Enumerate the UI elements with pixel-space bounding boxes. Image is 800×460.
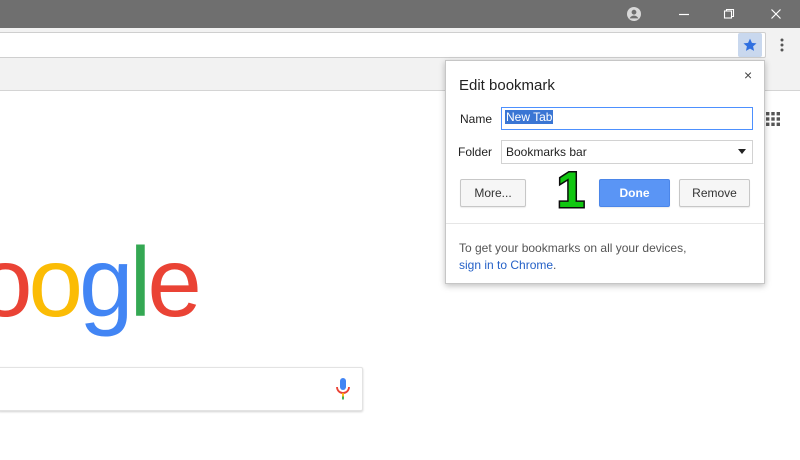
restore-icon[interactable] <box>709 0 749 28</box>
sync-note-text: To get your bookmarks on all your device… <box>459 241 687 255</box>
google-search-input[interactable] <box>0 367 363 411</box>
microphone-icon[interactable] <box>334 376 352 402</box>
browser-toolbar <box>0 28 800 63</box>
step-number-annotation: 1 <box>556 162 587 218</box>
logo-letter: l <box>129 227 152 337</box>
folder-select[interactable]: Bookmarks bar <box>501 140 753 164</box>
kebab-menu-icon[interactable] <box>772 33 792 57</box>
logo-letter: e <box>147 227 201 337</box>
bookmark-star-icon[interactable] <box>738 33 762 57</box>
minimize-icon[interactable] <box>664 0 704 28</box>
more-button[interactable]: More... <box>460 179 526 207</box>
profile-icon[interactable] <box>614 0 654 28</box>
done-button[interactable]: Done <box>599 179 670 207</box>
folder-select-value: Bookmarks bar <box>506 145 587 159</box>
close-window-icon[interactable] <box>756 0 796 28</box>
dialog-title: Edit bookmark <box>459 77 555 94</box>
google-logo: oogle <box>0 227 202 337</box>
sign-in-link[interactable]: sign in to Chrome <box>459 258 553 272</box>
name-label: Name <box>460 112 493 126</box>
bookmark-name-input[interactable]: New Tab <box>501 107 753 130</box>
name-input-value: New Tab <box>505 110 554 124</box>
edit-bookmark-dialog: Edit bookmark × Name New Tab Folder Book… <box>445 60 765 284</box>
sync-note: To get your bookmarks on all your device… <box>459 240 686 274</box>
dialog-divider <box>446 223 764 224</box>
chevron-down-icon <box>738 149 746 154</box>
logo-letter: o <box>28 227 83 337</box>
close-icon[interactable]: × <box>744 67 752 83</box>
logo-letter: g <box>79 227 133 337</box>
address-bar[interactable] <box>0 32 766 58</box>
sync-link-suffix: . <box>553 258 557 272</box>
title-bar <box>0 0 800 28</box>
folder-label: Folder <box>458 145 493 159</box>
remove-button[interactable]: Remove <box>679 179 750 207</box>
apps-grid-icon[interactable] <box>766 112 780 126</box>
logo-letter: o <box>0 227 32 337</box>
